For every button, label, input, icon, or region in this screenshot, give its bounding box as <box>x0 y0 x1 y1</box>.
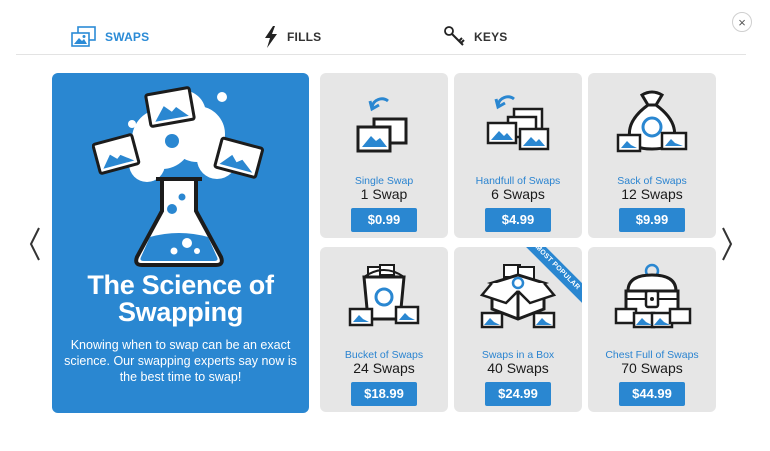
buy-button[interactable]: $9.99 <box>619 208 685 232</box>
tab-keys[interactable]: KEYS <box>444 26 507 48</box>
product-card-single-swap[interactable]: Single Swap 1 Swap $0.99 <box>320 73 448 238</box>
bucket-icon <box>348 264 420 327</box>
product-count: 1 Swap <box>360 186 408 202</box>
product-count: 24 Swaps <box>353 360 415 376</box>
product-card-bucket-of-swaps[interactable]: Bucket of Swaps 24 Swaps $18.99 <box>320 247 448 412</box>
hero-promo-panel: The Science of Swapping Knowing when to … <box>52 73 309 413</box>
tab-bar: SWAPS FILLS KEYS <box>16 22 746 55</box>
product-count: 70 Swaps <box>621 360 683 376</box>
chevron-left-icon <box>29 227 40 261</box>
sack-icon <box>616 90 688 153</box>
tab-swaps[interactable]: SWAPS <box>71 26 149 48</box>
previous-arrow-button[interactable] <box>28 226 42 262</box>
science-flask-illustration <box>92 86 264 267</box>
hero-title: The Science of Swapping <box>87 270 274 327</box>
buy-button[interactable]: $0.99 <box>351 208 417 232</box>
buy-button[interactable]: $24.99 <box>485 382 551 406</box>
tab-keys-label: KEYS <box>474 30 508 44</box>
lightning-icon <box>263 26 279 48</box>
buy-button[interactable]: $18.99 <box>351 382 417 406</box>
product-count: 40 Swaps <box>487 360 549 376</box>
photos-icon <box>71 26 97 48</box>
product-count: 12 Swaps <box>621 186 683 202</box>
product-card-chest-full-of-swaps[interactable]: Chest Full of Swaps 70 Swaps $44.99 <box>588 247 716 412</box>
tab-fills[interactable]: FILLS <box>263 26 321 48</box>
next-arrow-button[interactable] <box>720 226 734 262</box>
chevron-right-icon <box>722 227 733 261</box>
keys-icon <box>444 26 466 48</box>
treasure-chest-icon <box>614 263 692 329</box>
hero-description: Knowing when to swap can be an exact sci… <box>64 338 297 384</box>
buy-button[interactable]: $44.99 <box>619 382 685 406</box>
photo-stack-swap-icon <box>486 95 550 151</box>
single-photo-swap-icon <box>356 97 408 153</box>
tab-fills-label: FILLS <box>287 30 322 44</box>
buy-button[interactable]: $4.99 <box>485 208 551 232</box>
tab-swaps-label: SWAPS <box>105 30 150 44</box>
box-icon <box>479 264 557 329</box>
product-count: 6 Swaps <box>491 186 545 202</box>
product-card-swaps-in-a-box[interactable]: MOST POPULAR Swaps in a Box 40 Swaps $24… <box>454 247 582 412</box>
product-card-sack-of-swaps[interactable]: Sack of Swaps 12 Swaps $9.99 <box>588 73 716 238</box>
product-card-handfull-of-swaps[interactable]: Handfull of Swaps 6 Swaps $4.99 <box>454 73 582 238</box>
